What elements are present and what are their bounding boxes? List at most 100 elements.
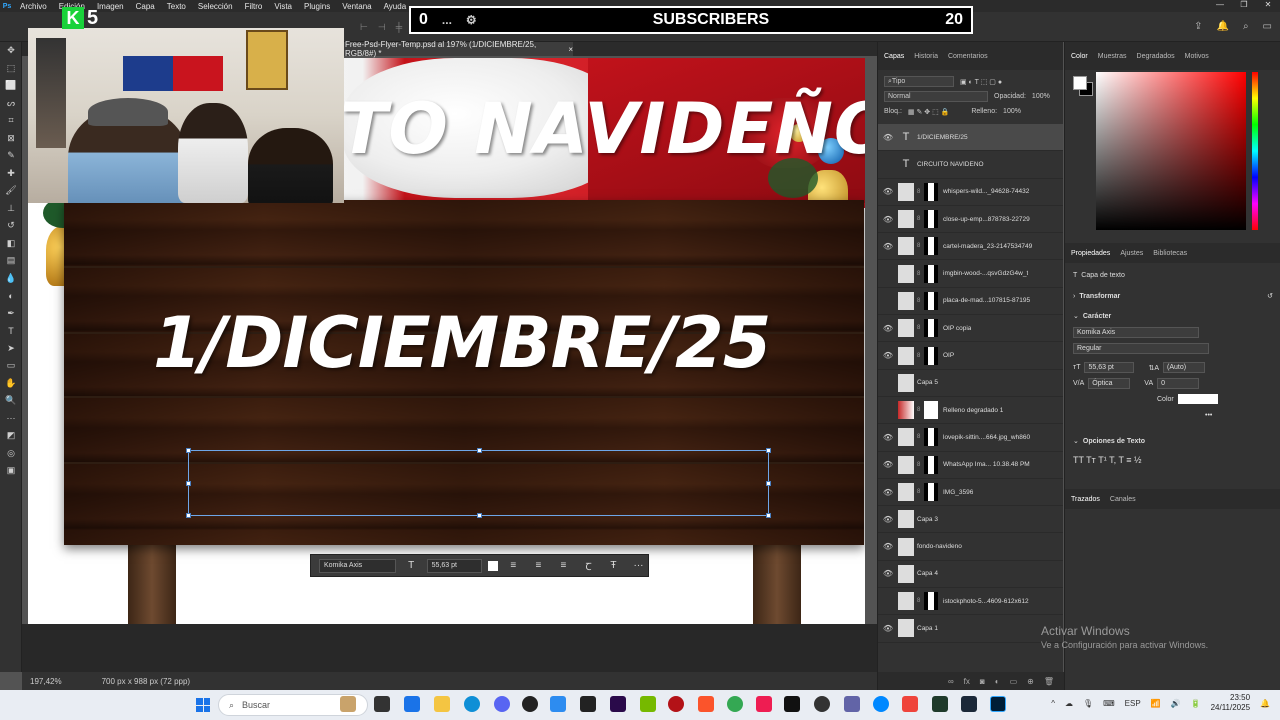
more-options-icon[interactable]: ··· [629, 560, 648, 571]
layer-row[interactable]: 👁 8 whispers-wild..._94628-74432 [878, 179, 1063, 206]
app-icon-steam[interactable] [961, 696, 977, 712]
layer-row[interactable]: 8 placa-de-mad...107815-87195 [878, 288, 1063, 316]
layer-row[interactable]: 👁 Capa 4 [878, 561, 1063, 589]
tab-canales[interactable]: Canales [1110, 496, 1136, 503]
workspace-icon[interactable]: ▭ [1263, 21, 1272, 32]
tab-motivos[interactable]: Motivos [1185, 53, 1209, 60]
layer-mask-thumbnail[interactable] [924, 264, 938, 283]
app-icon-taskview[interactable] [374, 696, 390, 712]
transform-handle[interactable] [186, 481, 191, 486]
document-size[interactable]: 700 px x 988 px (72 ppp) [102, 677, 191, 686]
path-select-tool-icon[interactable]: ➤ [0, 340, 22, 358]
layer-mask-thumbnail[interactable] [924, 483, 938, 501]
menu-ventana[interactable]: Ventana [336, 2, 377, 11]
layer-mask-thumbnail[interactable] [924, 319, 938, 338]
transform-row[interactable]: › Transformar ↺ [1073, 292, 1273, 301]
app-icon-media[interactable] [814, 696, 830, 712]
menu-vista[interactable]: Vista [268, 2, 298, 11]
marquee-tool-icon[interactable]: ⬜ [0, 77, 22, 95]
adjustment-layer-icon[interactable]: ◐ [995, 677, 1000, 686]
pen-tool-icon[interactable]: ✒ [0, 305, 22, 323]
eye-icon[interactable]: 👁 [878, 433, 898, 442]
blur-tool-icon[interactable]: 💧 [0, 270, 22, 288]
font-size-select[interactable]: 55,63 pt [426, 558, 483, 573]
tab-color[interactable]: Color [1071, 53, 1088, 60]
font-family-dropdown[interactable]: Komika Axis [1073, 327, 1199, 338]
app-icon-store[interactable] [404, 696, 420, 712]
tab-degradados[interactable]: Degradados [1137, 53, 1175, 60]
maximize-icon[interactable]: ❐ [1232, 0, 1256, 12]
eyedropper-tool-icon[interactable]: ✎ [0, 147, 22, 165]
layer-row[interactable]: 👁 8 lovepik-sittin....664.jpg_wh860 [878, 424, 1063, 452]
app-icon-epic[interactable] [580, 696, 596, 712]
text-options-header[interactable]: ⌄ Opciones de Texto [1073, 437, 1145, 446]
fill-value[interactable]: 100% [1003, 108, 1021, 115]
heal-tool-icon[interactable]: ✚ [0, 165, 22, 183]
dodge-tool-icon[interactable]: ◐ [0, 287, 22, 305]
hue-slider[interactable] [1252, 72, 1258, 230]
layer-row[interactable]: 👁 Capa 3 [878, 506, 1063, 534]
document-tab-close-icon[interactable]: × [568, 45, 573, 54]
kerning-input[interactable]: Óptica [1088, 378, 1131, 389]
eye-icon[interactable]: 👁 [878, 324, 898, 333]
search-icon[interactable]: ⌕ [1243, 21, 1249, 32]
app-icon-capcut[interactable] [756, 696, 772, 712]
menu-capa[interactable]: Capa [130, 2, 161, 11]
tab-capas[interactable]: Capas [884, 53, 904, 60]
gradient-tool-icon[interactable]: ▤ [0, 252, 22, 270]
layer-row[interactable]: 8 Relleno degradado 1 [878, 397, 1063, 425]
text-color-swatch[interactable] [488, 560, 498, 571]
app-icon-widgets[interactable] [340, 696, 356, 712]
app-icon-discord[interactable] [494, 696, 510, 712]
layer-row[interactable]: 👁 Capa 1 [878, 615, 1063, 643]
app-icon-nvidia[interactable] [640, 696, 656, 712]
app-icon-obs[interactable] [668, 696, 684, 712]
layer-row[interactable]: 8 imgbin-wood-...qsvGdzG4w_t [878, 260, 1063, 288]
move-tool-icon[interactable]: ✥ [0, 42, 22, 60]
volume-icon[interactable]: 🔊 [1171, 699, 1181, 708]
layer-row[interactable]: 👁 8 OIP [878, 342, 1063, 370]
keyboard-icon[interactable]: ⌨ [1103, 699, 1115, 708]
zoom-tool-icon[interactable]: 🔍 [0, 392, 22, 410]
layer-row[interactable]: 👁 8 cartel-madera_23-2147534749 [878, 233, 1063, 261]
eraser-tool-icon[interactable]: ◧ [0, 235, 22, 253]
quick-mask-icon[interactable]: ◎ [0, 445, 22, 463]
sign-date-text[interactable]: 1/DICIEMBRE/25 [153, 302, 771, 384]
chevron-up-icon[interactable]: ^ [1051, 699, 1055, 708]
app-icon-photoshop[interactable] [990, 696, 1006, 712]
layer-mask-thumbnail[interactable] [924, 346, 938, 365]
eye-icon[interactable]: 👁 [878, 460, 898, 469]
reset-icon[interactable]: ↺ [1267, 292, 1273, 300]
document-tab[interactable]: Free-Psd-Flyer-Temp.psd al 197% (1/DICIE… [343, 40, 573, 58]
notifications-icon[interactable]: 🔔 [1216, 21, 1228, 32]
eye-icon[interactable]: 👁 [878, 515, 898, 524]
align-center-text-icon[interactable]: ≡ [529, 560, 548, 571]
app-icon-explorer[interactable] [434, 696, 450, 712]
transform-handle[interactable] [766, 513, 771, 518]
transform-handle[interactable] [766, 448, 771, 453]
tab-historia[interactable]: Historia [914, 53, 938, 60]
layer-mask-thumbnail[interactable] [924, 401, 938, 420]
opacity-value[interactable]: 100% [1032, 93, 1050, 100]
eye-icon[interactable]: 👁 [878, 187, 898, 196]
app-icon-chrome[interactable] [727, 696, 743, 712]
align-left-icon[interactable]: ⊢ [360, 22, 368, 33]
shape-tool-icon[interactable]: ▭ [0, 357, 22, 375]
text-style-buttons-row[interactable]: TT Tт T¹ T, T ≡ ½ [1073, 455, 1142, 465]
filter-icons[interactable]: ▣ ◐ T ⬚ ▢ ● [960, 78, 1002, 86]
tab-trazados[interactable]: Trazados [1071, 496, 1100, 503]
layer-row[interactable]: 8 istockphoto-5...4609-612x612 [878, 588, 1063, 616]
layer-row[interactable]: 👁 8 OIP copia [878, 315, 1063, 343]
zoom-level[interactable]: 197,42% [30, 677, 62, 686]
lock-icons[interactable]: ▦ ✎ ✥ ⬚ 🔒 [908, 108, 949, 116]
transform-handle[interactable] [477, 448, 482, 453]
eye-icon[interactable]: 👁 [878, 542, 898, 551]
eye-icon[interactable]: 👁 [878, 215, 898, 224]
warp-text-icon[interactable]: Ꞇ [579, 559, 598, 573]
screen-mode-icon[interactable]: ▣ [0, 462, 22, 480]
artboard-tool-icon[interactable]: ⬚ [0, 60, 22, 78]
close-icon[interactable]: ✕ [1256, 0, 1280, 12]
battery-icon[interactable]: 🔋 [1191, 699, 1201, 708]
layer-row[interactable]: 👁 fondo-navideno [878, 533, 1063, 561]
menu-archivo[interactable]: Archivo [14, 2, 53, 11]
